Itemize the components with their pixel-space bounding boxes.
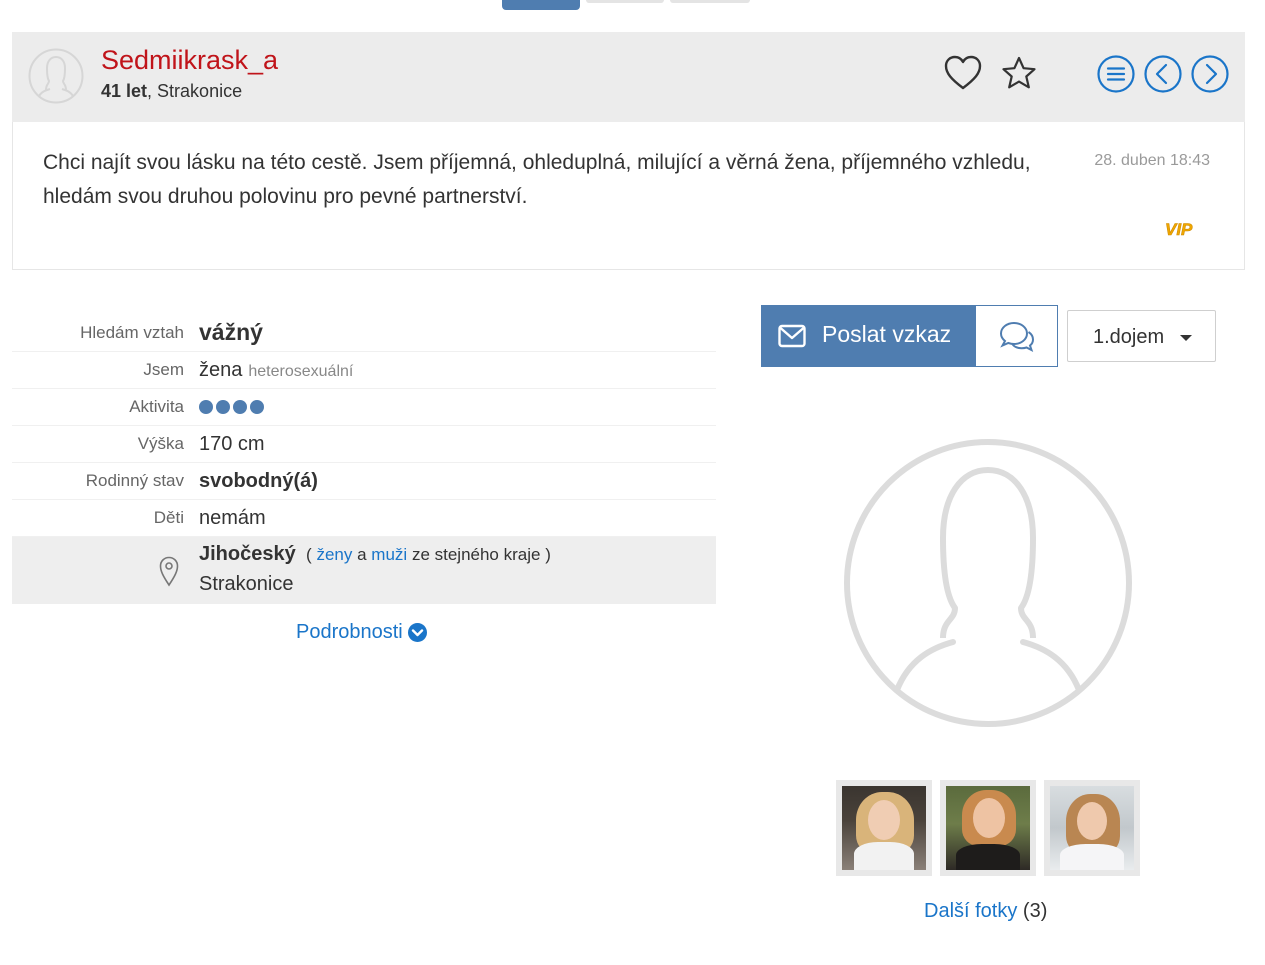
profile-username[interactable]: Sedmiikrask_a xyxy=(101,45,278,76)
more-photos: Další fotky (3) xyxy=(924,900,1047,923)
detail-row-iam: Jsem žena heterosexuální xyxy=(12,352,716,389)
paren-open: ( xyxy=(306,545,312,564)
detail-row-kids: Děti nemám xyxy=(12,500,716,537)
detail-label: Jsem xyxy=(143,360,184,379)
avatar-large-placeholder-icon xyxy=(844,439,1132,727)
location-town: Strakonice xyxy=(199,573,294,595)
vip-badge-text: VIP xyxy=(1165,220,1193,239)
detail-label: Výška xyxy=(137,434,184,453)
location-region-line: Jihočeský ( ženy a muži ze stejného kraj… xyxy=(199,543,551,566)
first-impression-label: 1.dojem xyxy=(1093,326,1165,348)
photo-body xyxy=(1060,844,1124,870)
more-photos-count: (3) xyxy=(1022,900,1048,922)
send-message-button[interactable]: Poslat vzkaz xyxy=(761,305,976,367)
location-text: Jihočeský ( ženy a muži ze stejného kraj… xyxy=(199,543,551,596)
photo-body xyxy=(854,842,914,870)
detail-value-main: žena xyxy=(199,358,243,381)
photo-face xyxy=(973,798,1005,838)
detail-value: nemám xyxy=(199,506,266,529)
photo-face xyxy=(868,800,900,840)
photo-thumbnails xyxy=(836,780,1140,876)
region-men-link[interactable]: muži xyxy=(371,545,407,564)
chevron-right-icon[interactable] xyxy=(1191,55,1229,93)
location-region-links: ( ženy a muži ze stejného kraje ) xyxy=(301,545,551,564)
more-details-label: Podrobnosti xyxy=(296,621,403,643)
activity-dot xyxy=(250,400,264,414)
intro-box: Chci najít svou lásku na této cestě. Jse… xyxy=(12,122,1245,270)
paren-close: ) xyxy=(545,545,551,564)
activity-dot xyxy=(199,400,213,414)
region-women-link[interactable]: ženy xyxy=(316,545,352,564)
region-and: a xyxy=(357,545,367,564)
photo-image xyxy=(946,786,1030,870)
detail-value: 170 cm xyxy=(199,432,265,455)
profile-age: 41 let xyxy=(101,81,148,101)
detail-label: Rodinný stav xyxy=(85,471,184,490)
star-icon[interactable] xyxy=(1000,55,1038,91)
menu-icon[interactable] xyxy=(1097,55,1135,93)
photo-thumbnail[interactable] xyxy=(940,780,1036,876)
envelope-icon xyxy=(778,324,806,348)
location-pin-icon xyxy=(159,556,179,587)
detail-value: svobodný(á) xyxy=(184,470,318,493)
detail-value: vážný xyxy=(199,319,263,345)
profile-meta: 41 let, Strakonice xyxy=(101,81,243,101)
chevron-left-icon[interactable] xyxy=(1144,55,1182,93)
send-message-label: Poslat vzkaz xyxy=(822,321,952,347)
detail-label: Hledám vztah xyxy=(80,322,184,342)
caret-down-icon xyxy=(1180,335,1192,341)
photo-image xyxy=(842,786,926,870)
activity-dot xyxy=(216,400,230,414)
detail-row-relationship: Hledám vztah vážný xyxy=(12,314,716,352)
location-region: Jihočeský xyxy=(199,543,296,565)
detail-label: Děti xyxy=(153,508,184,527)
intro-text: Chci najít svou lásku na této cestě. Jse… xyxy=(43,151,1031,208)
detail-row-activity: Aktivita xyxy=(12,389,716,426)
activity-dots xyxy=(199,400,264,414)
photo-thumbnail[interactable] xyxy=(836,780,932,876)
photo-face xyxy=(1077,802,1107,840)
profile-header: Sedmiikrask_a 41 let, Strakonice xyxy=(12,32,1245,122)
detail-value xyxy=(184,400,264,414)
heart-icon[interactable] xyxy=(943,54,983,92)
photo-thumbnail[interactable] xyxy=(1044,780,1140,876)
photo-image xyxy=(1050,786,1134,870)
detail-value-bold: svobodný(á) xyxy=(199,469,318,492)
vip-badge-icon: VIP xyxy=(1165,220,1194,240)
chat-button[interactable] xyxy=(975,305,1058,367)
detail-value: žena heterosexuální xyxy=(184,359,353,382)
top-tab-3[interactable] xyxy=(670,0,750,3)
photo-body xyxy=(956,844,1020,870)
detail-row-location: Jihočeský ( ženy a muži ze stejného kraj… xyxy=(12,537,716,604)
first-impression-dropdown[interactable]: 1.dojem xyxy=(1067,310,1216,362)
activity-dot xyxy=(233,400,247,414)
chevron-down-circle-icon xyxy=(407,623,427,642)
detail-label: Aktivita xyxy=(129,397,184,416)
profile-city: Strakonice xyxy=(157,81,243,101)
more-details-link[interactable]: Podrobnosti xyxy=(296,621,427,644)
detail-row-marital: Rodinný stav svobodný(á) xyxy=(12,463,716,500)
avatar-placeholder-icon xyxy=(28,48,84,104)
top-tab-active[interactable] xyxy=(502,0,580,10)
region-suffix: ze stejného kraje xyxy=(411,545,541,564)
intro-date: 28. duben 18:43 xyxy=(1094,152,1210,169)
more-photos-link[interactable]: Další fotky xyxy=(924,900,1017,922)
detail-value-sub: heterosexuální xyxy=(248,362,354,380)
chat-bubbles-icon xyxy=(999,321,1035,352)
profile-details: Hledám vztah vážný Jsem žena heterosexuál… xyxy=(12,314,716,604)
detail-row-height: Výška 170 cm xyxy=(12,426,716,463)
top-tab-2[interactable] xyxy=(586,0,664,3)
